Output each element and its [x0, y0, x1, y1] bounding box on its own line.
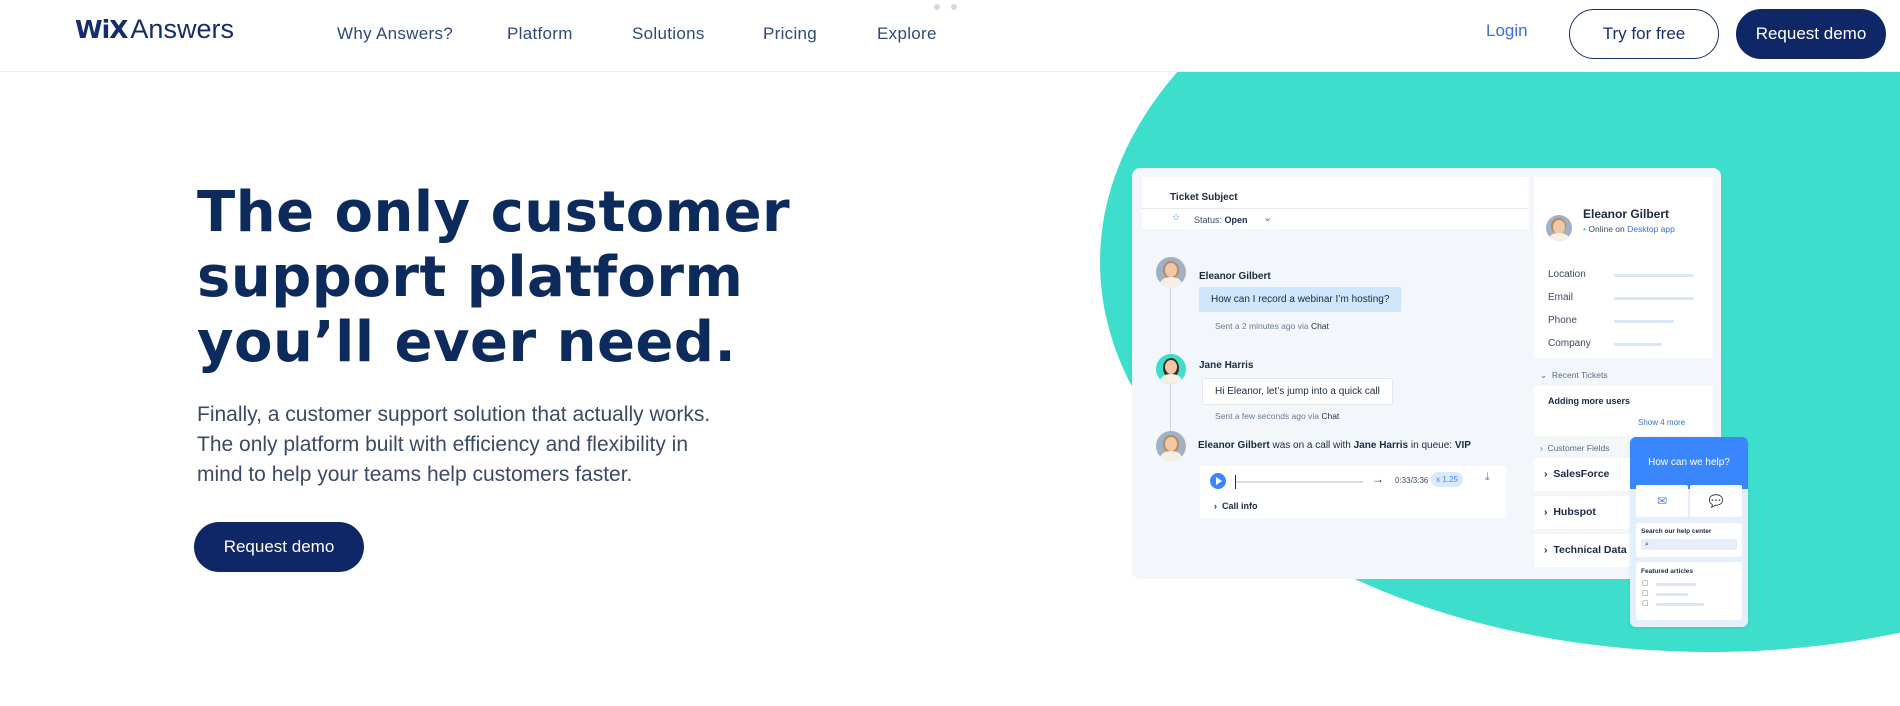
article-placeholder[interactable] [1656, 593, 1688, 596]
message-bubble: How can I record a webinar I’m hosting? [1199, 287, 1402, 312]
widget-search-label: Search our help center [1641, 528, 1712, 535]
search-icon: ⌕ [1645, 541, 1649, 548]
profile-card: Eleanor Gilbert • Online on Desktop app … [1534, 177, 1713, 358]
field-label: Phone [1548, 315, 1577, 326]
site-header: WiX Answers Why Answers? Platform Soluti… [0, 0, 1900, 72]
article-icon[interactable]: ▢ [1642, 599, 1649, 607]
nav-why-answers[interactable]: Why Answers? [337, 24, 453, 44]
sender-name: Eleanor Gilbert [1199, 271, 1271, 282]
field-label: Email [1548, 292, 1574, 303]
article-icon[interactable]: ▢ [1642, 579, 1649, 587]
widget-articles-label: Featured articles [1641, 568, 1694, 575]
divider [1142, 208, 1529, 209]
field-value-placeholder [1614, 274, 1694, 277]
accordion-label: › SalesForce [1544, 468, 1610, 480]
logo-word: Answers [130, 14, 234, 44]
customer-fields-header[interactable]: › Customer Fields [1540, 443, 1609, 453]
call-recording-player: → 0:33/3:36 x 1.25 ⤓ › Call info [1200, 466, 1506, 518]
playback-track[interactable] [1235, 481, 1363, 483]
chevron-down-icon: ⌄ [1263, 212, 1273, 224]
widget-search-card: Search our help center ⌕ [1636, 523, 1742, 557]
ticket-header: Ticket Subject ☆ Status: Open ⌄ [1142, 177, 1529, 229]
call-event-text: Eleanor Gilbert was on a call with Jane … [1198, 440, 1471, 451]
widget-articles-card: Featured articles ▢ ▢ ▢ [1636, 562, 1742, 620]
hero-title-line: support platform [197, 245, 744, 310]
loading-dots [934, 4, 957, 10]
message-bubble: Hi Eleanor, let’s jump into a quick call [1202, 378, 1393, 405]
article-placeholder[interactable] [1656, 603, 1704, 606]
download-icon[interactable]: ⤓ [1485, 471, 1490, 484]
profile-name: Eleanor Gilbert [1583, 207, 1670, 221]
hero-title: The only customer support platform you’l… [197, 180, 817, 375]
hero-title-line: you’ll ever need. [197, 310, 737, 375]
avatar [1156, 431, 1186, 461]
accordion-label: › Hubspot [1544, 506, 1596, 518]
playback-time: 0:33/3:36 [1395, 476, 1429, 485]
playback-speed[interactable]: x 1.25 [1431, 472, 1463, 487]
try-for-free-button[interactable]: Try for free [1569, 9, 1719, 59]
request-demo-button[interactable]: Request demo [1736, 9, 1886, 59]
hero-subtitle-line: The only platform built with efficiency … [197, 433, 689, 456]
mail-icon[interactable]: ✉ [1636, 485, 1688, 517]
avatar [1156, 354, 1186, 384]
field-value-placeholder [1614, 297, 1694, 300]
nav-platform[interactable]: Platform [507, 24, 573, 44]
playback-cursor[interactable] [1235, 475, 1236, 489]
article-placeholder[interactable] [1656, 583, 1696, 586]
chat-icon[interactable]: 💬 [1690, 485, 1742, 517]
nav-pricing[interactable]: Pricing [763, 24, 817, 44]
hero-title-line: The only customer [197, 180, 791, 245]
call-info-toggle[interactable]: › Call info [1214, 501, 1258, 511]
nav-solutions[interactable]: Solutions [632, 24, 705, 44]
ticket-status: Status: Open [1194, 215, 1248, 225]
widget-search-input[interactable]: ⌕ [1641, 539, 1737, 550]
recent-ticket-title: Adding more users [1548, 396, 1631, 406]
ticket-subject: Ticket Subject [1170, 192, 1238, 203]
sender-name: Jane Harris [1199, 360, 1254, 371]
nav-explore[interactable]: Explore [877, 24, 937, 44]
login-link[interactable]: Login [1486, 21, 1528, 41]
hero-subtitle-line: mind to help your teams help customers f… [197, 463, 633, 486]
logo[interactable]: WiX Answers [75, 14, 234, 45]
avatar [1546, 215, 1572, 241]
widget-title: How can we help? [1648, 457, 1730, 468]
show-more-link[interactable]: Show 4 more [1638, 418, 1685, 427]
hero-subtitle-line: Finally, a customer support solution tha… [197, 403, 711, 426]
field-value-placeholder [1614, 343, 1662, 346]
recent-ticket-card[interactable]: Adding more users Show 4 more [1534, 386, 1713, 436]
play-icon[interactable] [1210, 473, 1226, 489]
article-icon[interactable]: ▢ [1642, 589, 1649, 597]
accordion-label: › Technical Data [1544, 544, 1627, 556]
message-meta: Sent a few seconds ago via Chat [1215, 411, 1340, 421]
recent-tickets-header[interactable]: ⌄ Recent Tickets [1540, 370, 1608, 381]
arrow-right-icon[interactable]: → [1372, 472, 1384, 486]
hero-subtitle: Finally, a customer support solution tha… [197, 400, 757, 490]
field-label: Location [1548, 269, 1586, 280]
hero-request-demo-button[interactable]: Request demo [194, 522, 364, 572]
logo-mark: WiX [75, 15, 128, 44]
online-status: • Online on Desktop app [1583, 224, 1675, 234]
help-widget: How can we help? ✉ 💬 Search our help cen… [1630, 437, 1748, 627]
avatar [1156, 257, 1186, 287]
field-label: Company [1548, 338, 1591, 349]
message-meta: Sent a 2 minutes ago via Chat [1215, 321, 1329, 331]
field-value-placeholder [1614, 320, 1674, 323]
star-icon: ☆ [1172, 212, 1181, 222]
